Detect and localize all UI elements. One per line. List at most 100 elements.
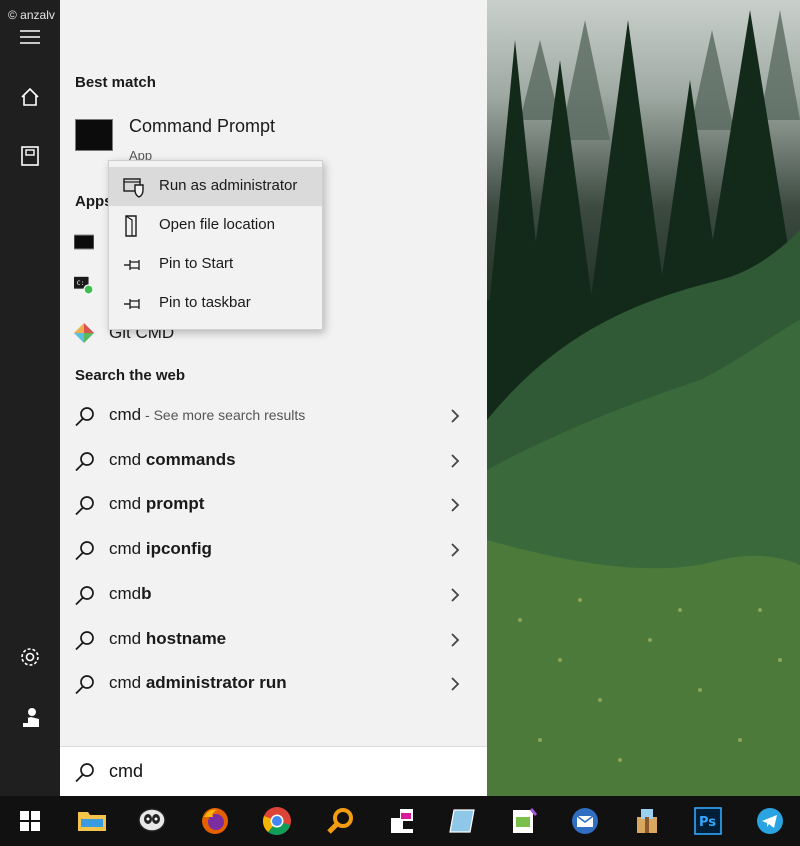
search-icon — [75, 407, 94, 427]
web-result-row[interactable]: cmd commands — [60, 439, 487, 483]
web-result-row[interactable]: cmd ipconfig — [60, 528, 487, 572]
notes-taskbar-button[interactable] — [432, 796, 492, 846]
git-icon — [74, 323, 94, 343]
telegram-taskbar-button[interactable] — [740, 796, 800, 846]
svg-text:Ps: Ps — [699, 815, 716, 830]
user-account-button[interactable] — [0, 695, 60, 739]
web-result-hint: - See more search results — [141, 407, 306, 423]
chevron-right-icon[interactable] — [448, 631, 462, 649]
documents-button[interactable] — [0, 134, 60, 178]
photoshop-icon: Ps — [694, 807, 722, 835]
web-result-row[interactable]: cmd administrator run — [60, 662, 487, 706]
apps-heading: Apps — [75, 193, 113, 210]
firefox-taskbar-button[interactable] — [185, 796, 245, 846]
start-search-box[interactable]: cmd — [60, 746, 487, 796]
documents-icon — [21, 146, 39, 166]
search-icon — [75, 451, 94, 471]
best-match-name: Command Prompt — [129, 116, 276, 136]
web-result-completion: administrator run — [145, 673, 287, 693]
menu-item-label: Open file location — [159, 216, 275, 233]
taskbar: Ps — [0, 796, 800, 846]
web-result-completion: hostname — [145, 628, 227, 648]
pin-to-taskbar-menu-item[interactable]: Pin to taskbar — [109, 284, 322, 323]
context-menu: Run as administrator Open file location … — [108, 160, 323, 330]
menu-item-label: Run as administrator — [159, 177, 298, 194]
run-as-administrator-menu-item[interactable]: Run as administrator — [109, 167, 322, 206]
search-magnifier-icon — [327, 808, 353, 834]
home-button[interactable] — [0, 75, 60, 119]
start-search-panel: Best match Command Prompt App Apps C: Gi… — [60, 0, 487, 796]
inkscape-taskbar-button[interactable] — [122, 796, 182, 846]
best-match-heading: Best match — [75, 74, 156, 91]
pin-icon — [124, 299, 140, 309]
search-app-taskbar-button[interactable] — [310, 796, 370, 846]
chevron-right-icon[interactable] — [448, 452, 462, 470]
file-explorer-taskbar-button[interactable] — [62, 796, 122, 846]
thunderbird-icon — [572, 808, 598, 834]
search-web-heading: Search the web — [75, 367, 186, 384]
chevron-right-icon[interactable] — [448, 496, 462, 514]
web-result-text: cmd commands — [109, 450, 236, 470]
search-icon — [75, 496, 94, 516]
web-result-text: cmdb — [109, 584, 152, 604]
settings-button[interactable] — [0, 635, 60, 679]
notes-icon — [449, 809, 475, 833]
hamburger-menu-button[interactable] — [0, 15, 60, 59]
terminal-icon — [74, 234, 94, 250]
archive-taskbar-button[interactable] — [617, 796, 677, 846]
web-result-text: cmd hostname — [109, 629, 226, 649]
web-result-query: cmd — [109, 494, 146, 514]
command-prompt-app-icon — [75, 119, 113, 151]
web-result-text: cmd - See more search results — [109, 405, 305, 425]
windows-start-icon — [20, 811, 40, 831]
web-result-row[interactable]: cmdb — [60, 573, 487, 617]
web-result-completion: commands — [145, 449, 236, 469]
chevron-right-icon[interactable] — [448, 586, 462, 604]
start-left-rail: © anzalv — [0, 0, 60, 796]
web-result-completion: prompt — [145, 494, 205, 514]
notepad-plus-taskbar-button[interactable] — [494, 796, 554, 846]
pin-to-start-menu-item[interactable]: Pin to Start — [109, 245, 322, 284]
chevron-right-icon[interactable] — [448, 541, 462, 559]
web-result-row[interactable]: cmd prompt — [60, 483, 487, 527]
user-account-icon — [21, 708, 39, 727]
firefox-icon — [202, 808, 228, 834]
shield-window-icon — [123, 178, 144, 198]
kdenlive-taskbar-button[interactable] — [372, 796, 432, 846]
thunderbird-taskbar-button[interactable] — [555, 796, 615, 846]
archive-icon — [637, 809, 657, 833]
menu-item-label: Pin to Start — [159, 255, 234, 272]
start-button[interactable] — [0, 796, 60, 846]
search-input-value: cmd — [109, 761, 144, 781]
search-icon — [75, 585, 94, 605]
chrome-taskbar-button[interactable] — [247, 796, 307, 846]
notepad-plus-icon — [513, 808, 537, 833]
web-result-query: cmd — [109, 539, 146, 559]
web-result-text: cmd ipconfig — [109, 539, 212, 559]
home-icon — [21, 87, 39, 106]
web-result-completion: b — [141, 583, 152, 603]
search-icon — [75, 675, 94, 695]
web-result-completion: ipconfig — [145, 539, 212, 559]
web-result-query: cmd — [109, 673, 146, 693]
chevron-right-icon[interactable] — [448, 675, 462, 693]
settings-icon — [21, 648, 39, 666]
search-icon — [75, 541, 94, 561]
photoshop-taskbar-button[interactable]: Ps — [678, 796, 738, 846]
telegram-icon — [757, 808, 783, 834]
web-result-row[interactable]: cmd - See more search results — [60, 394, 487, 438]
open-file-location-menu-item[interactable]: Open file location — [109, 206, 322, 245]
chrome-icon — [262, 807, 291, 836]
web-result-row[interactable]: cmd hostname — [60, 618, 487, 662]
best-match-result[interactable]: Command Prompt App — [60, 106, 487, 163]
file-explorer-icon — [78, 812, 106, 831]
inkscape-icon — [138, 808, 166, 832]
terminal-green-icon: C: — [74, 276, 94, 295]
hamburger-menu-icon — [20, 30, 40, 44]
menu-item-label: Pin to taskbar — [159, 294, 251, 311]
chevron-right-icon[interactable] — [448, 407, 462, 425]
web-result-query: cmd — [109, 405, 142, 424]
web-result-text: cmd administrator run — [109, 673, 287, 693]
folder-page-icon — [125, 215, 137, 237]
pin-icon — [124, 260, 140, 270]
